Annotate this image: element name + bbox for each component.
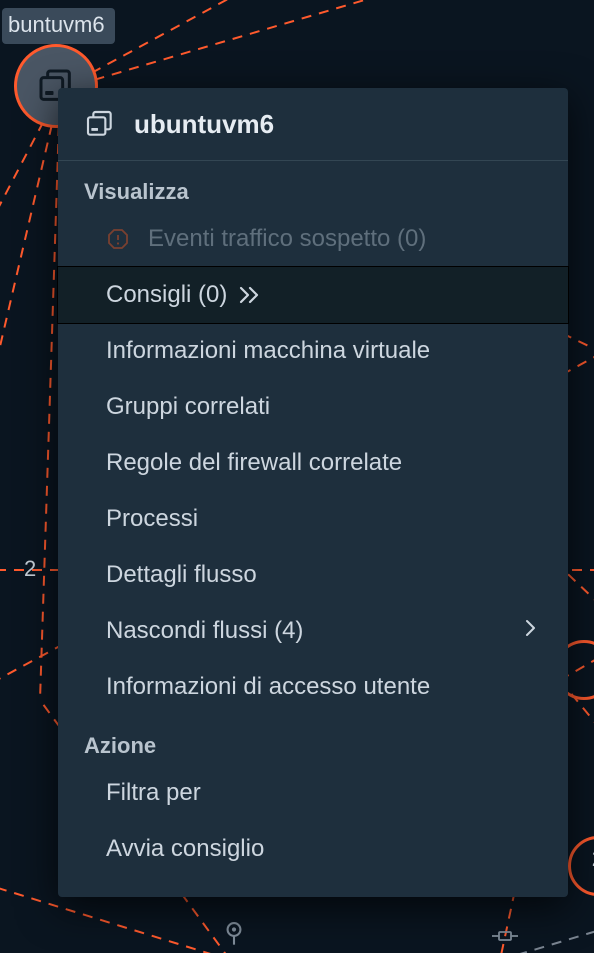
context-menu-title: ubuntuvm6 <box>134 109 274 140</box>
menu-item-hide-flows[interactable]: Nascondi flussi (4) <box>58 603 568 659</box>
menu-item-flow-details[interactable]: Dettagli flusso <box>58 547 568 603</box>
chevron-right-icon <box>524 617 538 645</box>
menu-item-filter-by[interactable]: Filtra per <box>58 765 568 821</box>
context-menu-header: ubuntuvm6 <box>58 88 568 161</box>
menu-item-label: Gruppi correlati <box>106 393 270 421</box>
network-segment-icon <box>490 925 520 947</box>
menu-item-related-groups[interactable]: Gruppi correlati <box>58 379 568 435</box>
graph-node-label: buntuvm6 <box>2 8 115 44</box>
menu-item-user-access-info[interactable]: Informazioni di accesso utente <box>58 659 568 715</box>
double-chevron-right-icon <box>237 284 263 306</box>
bg-number: 2 <box>24 556 36 582</box>
menu-item-label: Eventi traffico sospetto (0) <box>148 225 426 253</box>
menu-item-label: Consigli (0) <box>106 281 227 309</box>
menu-item-recommendations[interactable]: Consigli (0) <box>58 267 568 323</box>
vm-stack-icon <box>84 108 116 140</box>
node-label-text: buntuvm6 <box>8 12 105 37</box>
menu-item-related-firewall-rules[interactable]: Regole del firewall correlate <box>58 435 568 491</box>
menu-item-label: Dettagli flusso <box>106 561 257 589</box>
menu-item-label: Processi <box>106 505 198 533</box>
menu-item-label: Informazioni di accesso utente <box>106 673 430 701</box>
menu-item-suspicious-traffic: Eventi traffico sospetto (0) <box>58 211 568 267</box>
menu-item-label: Informazioni macchina virtuale <box>106 337 430 365</box>
menu-item-start-recommendation[interactable]: Avvia consiglio <box>58 821 568 877</box>
menu-item-label: Nascondi flussi (4) <box>106 617 303 645</box>
menu-item-label: Regole del firewall correlate <box>106 449 402 477</box>
pin-icon <box>220 919 248 947</box>
alert-octagon-icon <box>106 227 130 251</box>
context-menu: ubuntuvm6 Visualizza Eventi traffico sos… <box>58 88 568 897</box>
section-heading-action: Azione <box>58 715 568 765</box>
section-heading-view: Visualizza <box>58 161 568 211</box>
menu-item-processes[interactable]: Processi <box>58 491 568 547</box>
menu-item-vm-info[interactable]: Informazioni macchina virtuale <box>58 323 568 379</box>
menu-item-label: Avvia consiglio <box>106 835 264 863</box>
menu-item-label: Filtra per <box>106 779 201 807</box>
